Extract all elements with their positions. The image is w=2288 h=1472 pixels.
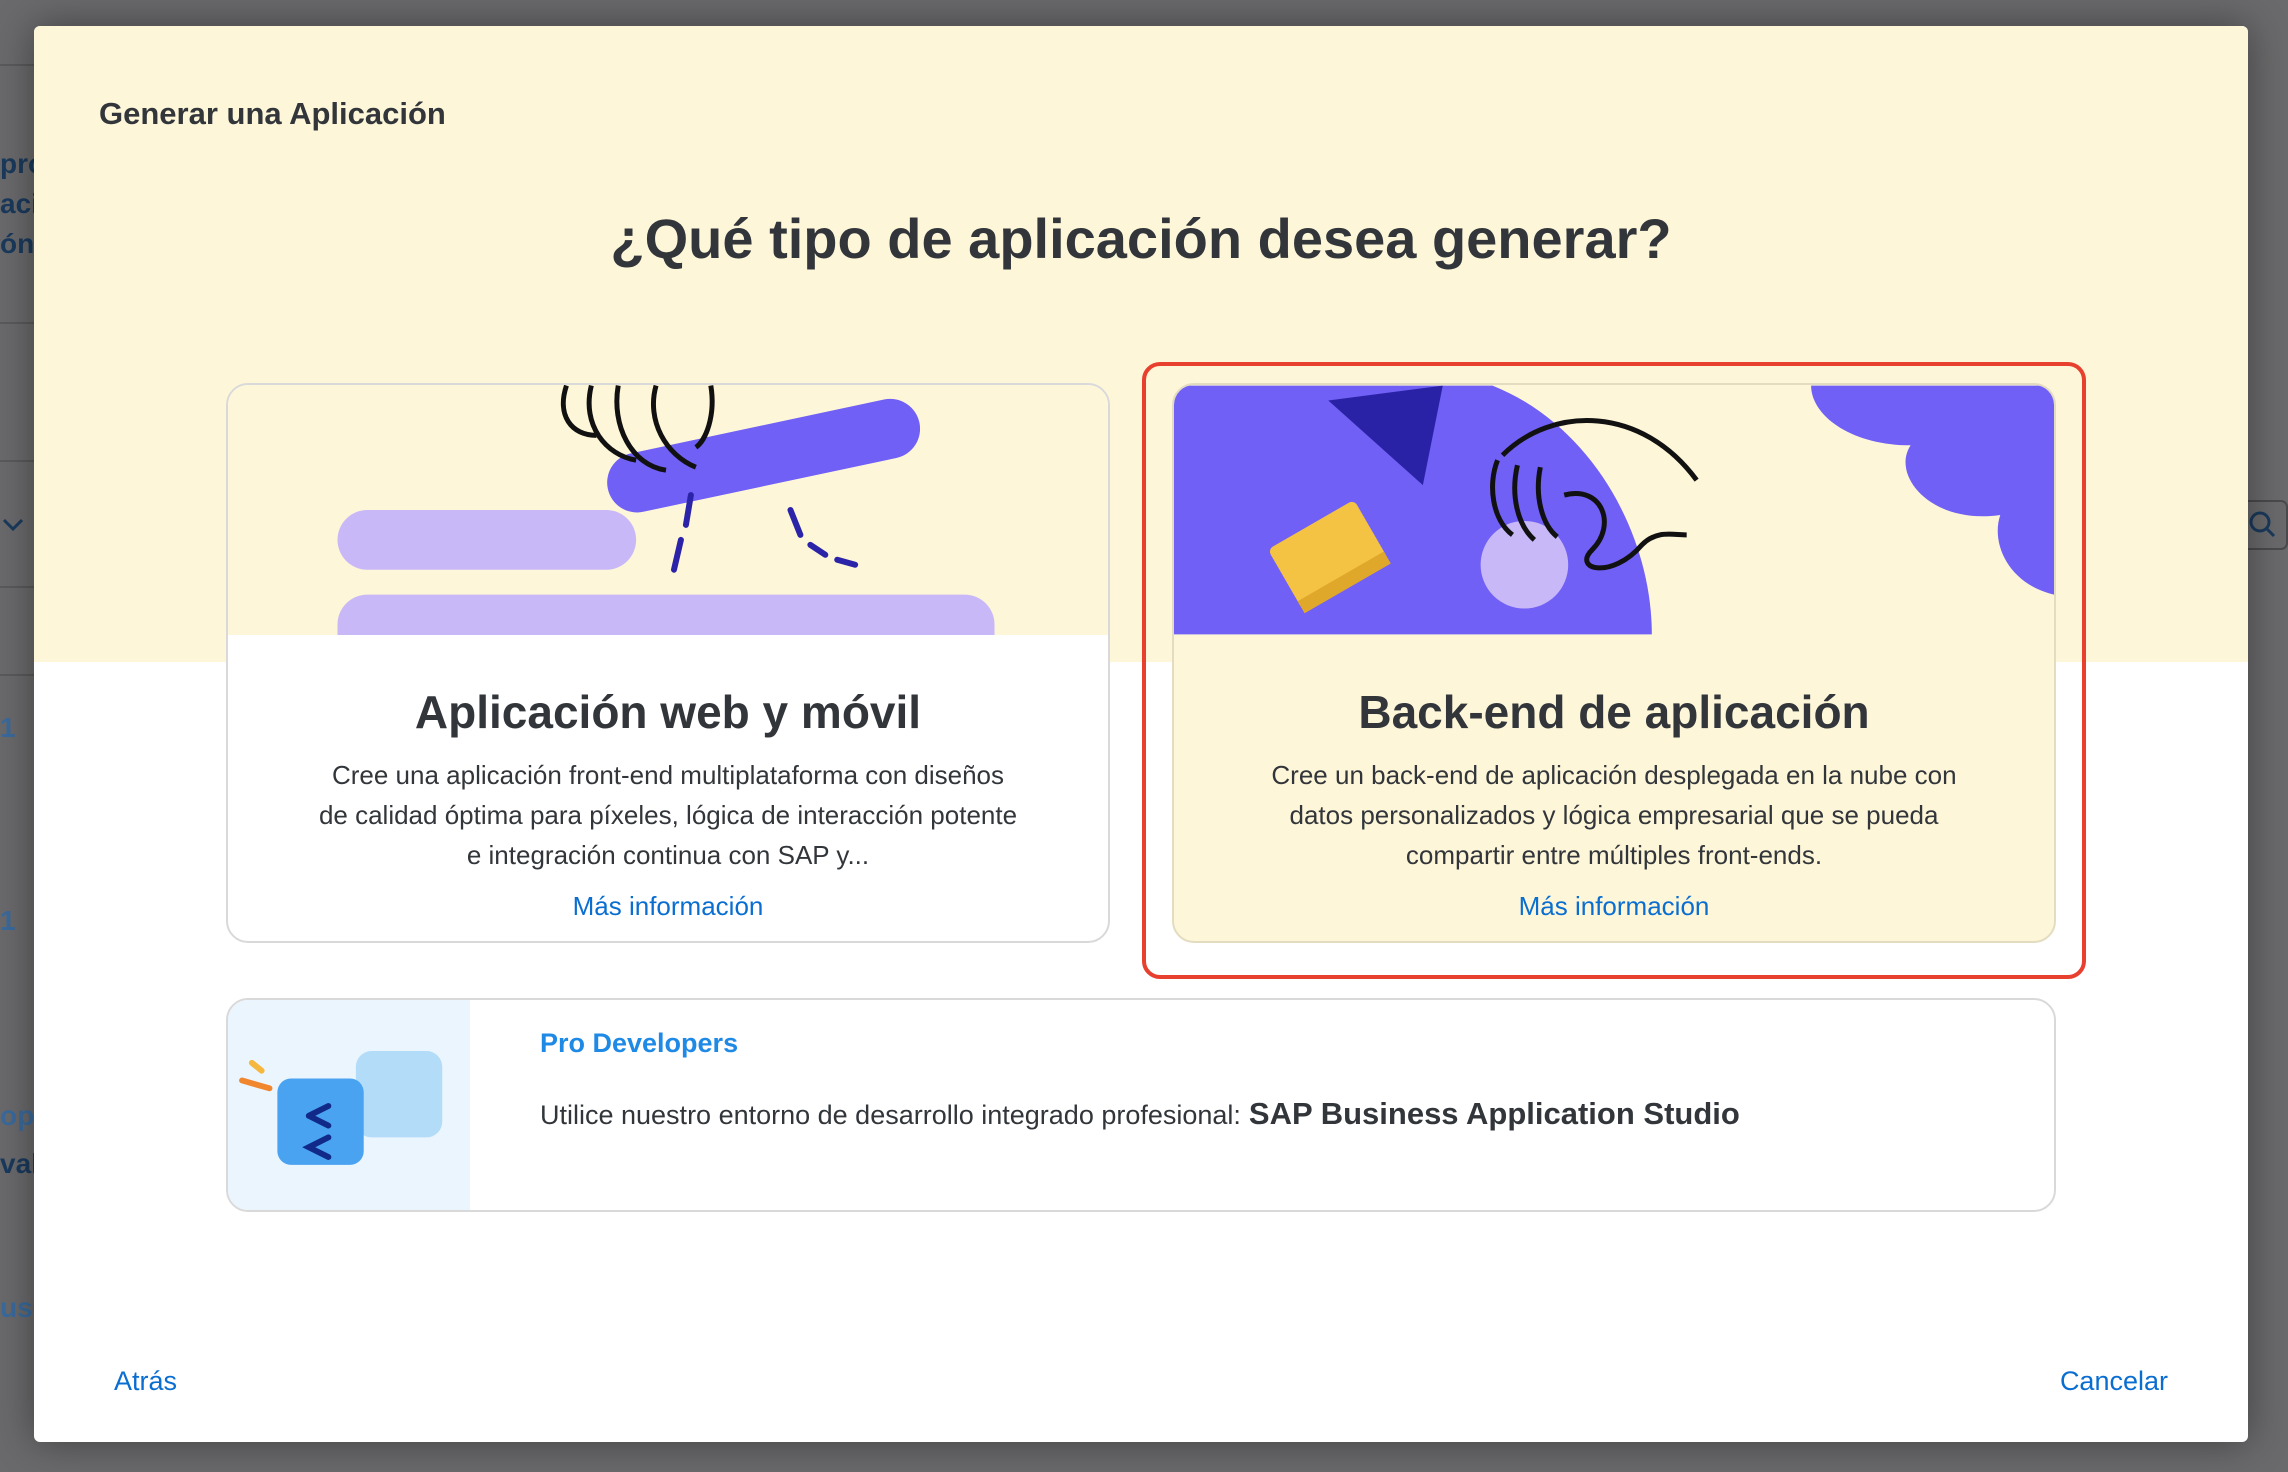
more-info-link[interactable]: Más información (1174, 891, 2054, 922)
pro-heading: Pro Developers (540, 1028, 739, 1058)
background-text: ón (0, 228, 35, 259)
dialog-title: Generar una Aplicación (99, 96, 446, 131)
back-button[interactable]: Atrás (114, 1366, 177, 1397)
card-title: Aplicación web y móvil (414, 686, 922, 738)
card-title: Back-end de aplicación (1358, 686, 1870, 738)
more-info-link[interactable]: Más información (228, 891, 1108, 922)
bas-link[interactable]: SAP Business Application Studio (1249, 1096, 1740, 1131)
page-title: ¿Qué tipo de aplicación desea generar? (610, 207, 1672, 270)
pro-description-text: Utilice nuestro entorno de desarrollo in… (540, 1100, 1241, 1130)
backend-illustration (1174, 385, 2054, 635)
generate-app-dialog: Generar una Aplicación ¿Qué tipo de apli… (34, 26, 2248, 1442)
pro-developers-banner[interactable]: Pro Developers Utilice nuestro entorno d… (226, 998, 2056, 1212)
code-editor-illustration (228, 1000, 470, 1210)
cancel-button[interactable]: Cancelar (2060, 1366, 2168, 1397)
card-description: Cree un back-end de aplicación desplegad… (1271, 760, 1957, 870)
web-app-illustration (228, 385, 1108, 635)
background-text: 1 (0, 905, 16, 936)
web-mobile-app-card[interactable]: Aplicación web y móvil Cree una aplicaci… (226, 383, 1110, 943)
background-text: 1 (0, 712, 16, 743)
app-backend-card[interactable]: Back-end de aplicación Cree un back-end … (1172, 383, 2056, 943)
pro-description: Utilice nuestro entorno de desarrollo in… (540, 1096, 1740, 1132)
chevron-down-icon (2, 518, 24, 532)
card-description: Cree una aplicación front-end multiplata… (318, 760, 1018, 870)
